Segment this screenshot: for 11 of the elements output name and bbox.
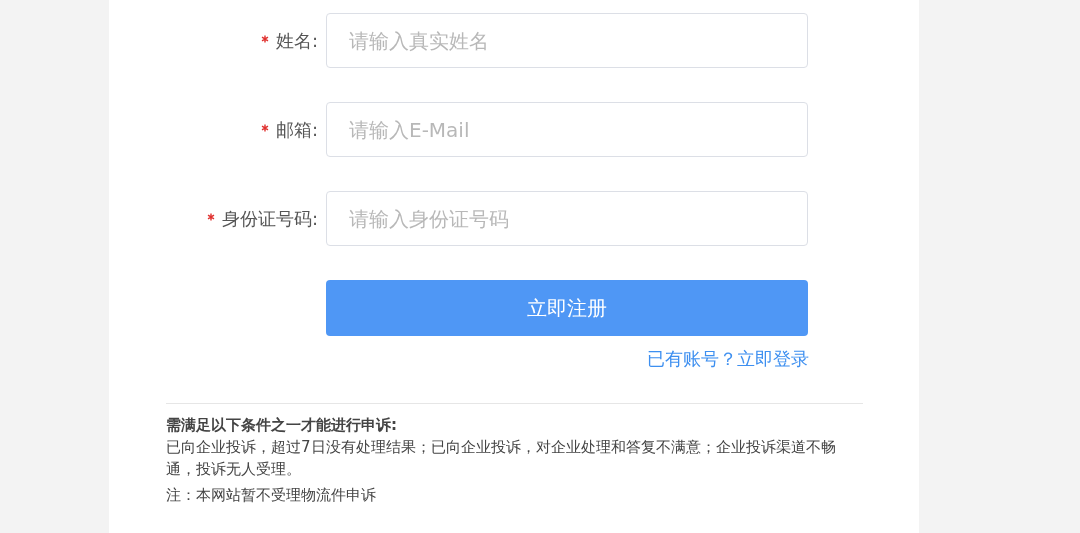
input-field[interactable]: 请输入E-Mail — [326, 102, 808, 157]
field-label: 身份证号码: — [221, 206, 318, 231]
notice-title: 需满足以下条件之一才能进行申诉: — [166, 415, 398, 436]
field-label: 邮箱: — [275, 117, 318, 142]
input-field[interactable]: 请输入身份证号码 — [326, 191, 808, 246]
notice-note: 注：本网站暂不受理物流件申诉 — [166, 485, 377, 506]
field-label: 姓名: — [275, 28, 318, 53]
login-link[interactable]: 已有账号？立即登录 — [647, 347, 809, 371]
input-field[interactable]: 请输入真实姓名 — [326, 13, 808, 68]
notice-text: 已向企业投诉，超过7日没有处理结果；已向企业投诉，对企业处理和答复不满意；企业投诉渠道不畅通，投诉无人受理。 — [166, 437, 837, 480]
register-button[interactable]: 立即注册 — [326, 280, 808, 336]
